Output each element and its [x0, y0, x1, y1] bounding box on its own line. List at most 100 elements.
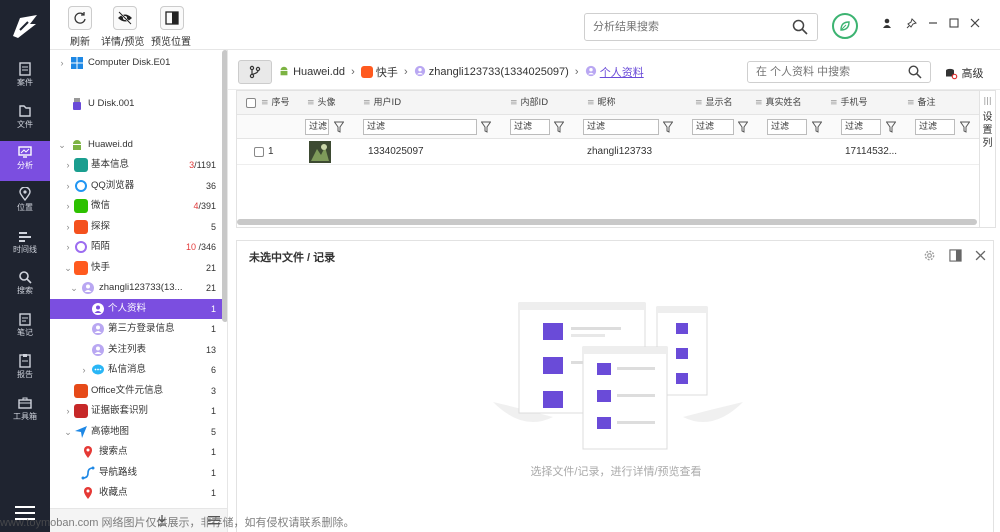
filter-input-display-name[interactable]: 过滤 — [692, 119, 734, 135]
table-header: ≡ 序号 ≡ 头像 ≡ 用户ID ≡ 内部ID ≡ 昵称 ≡ 显示名 ≡ 真实姓名 ≡ 手机号 … — [237, 91, 979, 115]
filter-icon[interactable] — [886, 121, 896, 133]
app-logo-icon — [13, 15, 37, 38]
tree-node-label: 关注列表 — [108, 344, 147, 355]
breadcrumb-separator: › — [403, 66, 408, 78]
filter-icon[interactable] — [960, 121, 970, 133]
column-settings-button[interactable]: ||| 设置列 — [980, 90, 996, 228]
column-header-avatar[interactable]: ≡ 头像 — [307, 91, 336, 115]
tree-node-momo[interactable]: › 陌陌 10 /346 — [50, 237, 222, 257]
tree-node-search-point[interactable]: 搜索点 1 — [50, 442, 222, 462]
search-icon[interactable] — [908, 65, 922, 79]
column-header-remark[interactable]: ≡ 备注 — [907, 91, 936, 115]
minimize-icon[interactable] — [926, 16, 940, 30]
column-header-index[interactable]: ≡ 序号 — [261, 91, 290, 115]
filter-input-remark[interactable]: 过滤 — [915, 119, 955, 135]
user-profile-icon — [585, 65, 597, 80]
filter-icon[interactable] — [554, 121, 564, 133]
analysis-search-input[interactable] — [584, 13, 818, 41]
android-icon — [73, 140, 81, 150]
rail-item-case[interactable]: 案件 — [0, 58, 50, 98]
tree-node-office-meta[interactable]: Office文件元信息 3 — [50, 381, 222, 401]
table-row[interactable]: 1 1334025097 zhangli123733 17114532... — [237, 139, 979, 165]
tree-node-basic-info[interactable]: › 基本信息 3/1191 — [50, 155, 222, 175]
tree-node-account[interactable]: ⌄ zhangli123733(13... 21 — [50, 278, 222, 298]
tree-node-profile[interactable]: 个人资料 1 — [50, 299, 222, 319]
tree-node-favorites[interactable]: 收藏点 1 — [50, 483, 222, 503]
tree-node-count: 6 — [210, 365, 216, 375]
tree-node-kuaishou[interactable]: ⌄ 快手 21 — [50, 258, 222, 278]
refresh-icon — [68, 6, 92, 30]
leaf-status-button[interactable] — [832, 13, 858, 39]
user-icon — [92, 344, 104, 356]
tree-node-tantan[interactable]: › 探探 5 — [50, 217, 222, 237]
advanced-search-button[interactable]: 高级 — [945, 65, 984, 81]
tree-node-count: 4/391 — [193, 201, 216, 211]
tree-node-label: 收藏点 — [99, 487, 128, 498]
rail-item-file[interactable]: 文件 — [0, 100, 50, 140]
tree-node-label: 微信 — [91, 200, 111, 211]
kuaishou-icon — [74, 261, 88, 275]
tree-node-nested-evidence[interactable]: › 证据嵌套识别 1 — [50, 401, 222, 421]
refresh-label: 刷新 — [70, 37, 90, 48]
close-icon[interactable] — [975, 250, 986, 261]
report-icon — [0, 350, 50, 370]
rail-item-toolbox[interactable]: 工具箱 — [0, 392, 50, 432]
tree-node-follow-list[interactable]: 关注列表 13 — [50, 340, 222, 360]
preview-position-button[interactable]: 预览位置 — [151, 6, 191, 48]
filter-icon[interactable] — [812, 121, 822, 133]
details-preview-button[interactable]: 详情/预览 — [101, 6, 144, 48]
tree-node-huawei[interactable]: ⌄ Huawei.dd — [50, 135, 222, 155]
user-icon[interactable] — [880, 16, 894, 30]
tree-node-wechat[interactable]: › 微信 4/391 — [50, 196, 222, 216]
filter-input-nickname[interactable]: 过滤 — [583, 119, 659, 135]
breadcrumb-device[interactable]: Huawei.dd — [293, 66, 345, 78]
rail-item-location[interactable]: 位置 — [0, 183, 50, 223]
timeline-icon — [0, 225, 50, 245]
tree-node-third-party-login[interactable]: 第三方登录信息 1 — [50, 319, 222, 339]
location-icon — [0, 183, 50, 203]
select-all-checkbox[interactable] — [246, 98, 256, 108]
breadcrumb-app[interactable]: 快手 — [376, 64, 398, 80]
filter-input-phone[interactable]: 过滤 — [841, 119, 881, 135]
rail-item-analysis[interactable]: 分析 — [0, 141, 50, 181]
breadcrumb-account[interactable]: zhangli123733(1334025097) — [429, 66, 569, 78]
pin-icon[interactable] — [904, 16, 918, 30]
tree-node-qq-browser[interactable]: › QQ浏览器 36 — [50, 176, 222, 196]
tree-node-nav-route[interactable]: 导航路线 1 — [50, 463, 222, 483]
breadcrumb-current[interactable]: 个人资料 — [600, 64, 644, 80]
tree-node-private-messages[interactable]: › 私信消息 6 — [50, 360, 222, 380]
tree-node-count: 1 — [210, 468, 216, 478]
gear-icon[interactable] — [923, 249, 936, 262]
column-header-display-name[interactable]: ≡ 显示名 — [695, 91, 733, 115]
refresh-button[interactable]: 刷新 — [67, 6, 93, 48]
rail-item-timeline[interactable]: 时间线 — [0, 225, 50, 265]
rail-item-note[interactable]: 笔记 — [0, 308, 50, 348]
tree-node-amap[interactable]: ⌄ 高德地图 5 — [50, 422, 222, 442]
column-header-user-id[interactable]: ≡ 用户ID — [363, 91, 401, 115]
column-header-internal-id[interactable]: ≡ 内部ID — [510, 91, 548, 115]
tree-node-computer-disk[interactable]: › Computer Disk.E01 — [50, 53, 222, 73]
branch-button[interactable] — [238, 60, 272, 84]
maximize-icon[interactable] — [947, 16, 961, 30]
filter-icon[interactable] — [663, 121, 673, 133]
search-icon[interactable] — [792, 19, 808, 35]
panel-right-icon[interactable] — [949, 249, 962, 262]
column-header-phone[interactable]: ≡ 手机号 — [830, 91, 868, 115]
profile-search-input[interactable] — [747, 61, 931, 83]
filter-input-internal-id[interactable]: 过滤 — [510, 119, 550, 135]
tree-node-u-disk[interactable]: U Disk.001 — [50, 94, 222, 114]
row-checkbox[interactable] — [254, 147, 264, 157]
filter-input-real-name[interactable]: 过滤 — [767, 119, 807, 135]
close-icon[interactable] — [968, 16, 982, 30]
tree-scrollbar[interactable] — [222, 50, 227, 322]
column-header-nickname[interactable]: ≡ 昵称 — [587, 91, 616, 115]
rail-item-search[interactable]: 搜索 — [0, 266, 50, 306]
column-header-real-name[interactable]: ≡ 真实姓名 — [755, 91, 802, 115]
filter-icon[interactable] — [481, 121, 491, 133]
table-horizontal-scrollbar[interactable] — [237, 219, 977, 225]
filter-input-user-id[interactable]: 过滤 — [363, 119, 477, 135]
filter-icon[interactable] — [334, 121, 344, 133]
filter-input-avatar[interactable]: 过滤 — [305, 119, 329, 135]
filter-icon[interactable] — [738, 121, 748, 133]
rail-item-report[interactable]: 报告 — [0, 350, 50, 390]
